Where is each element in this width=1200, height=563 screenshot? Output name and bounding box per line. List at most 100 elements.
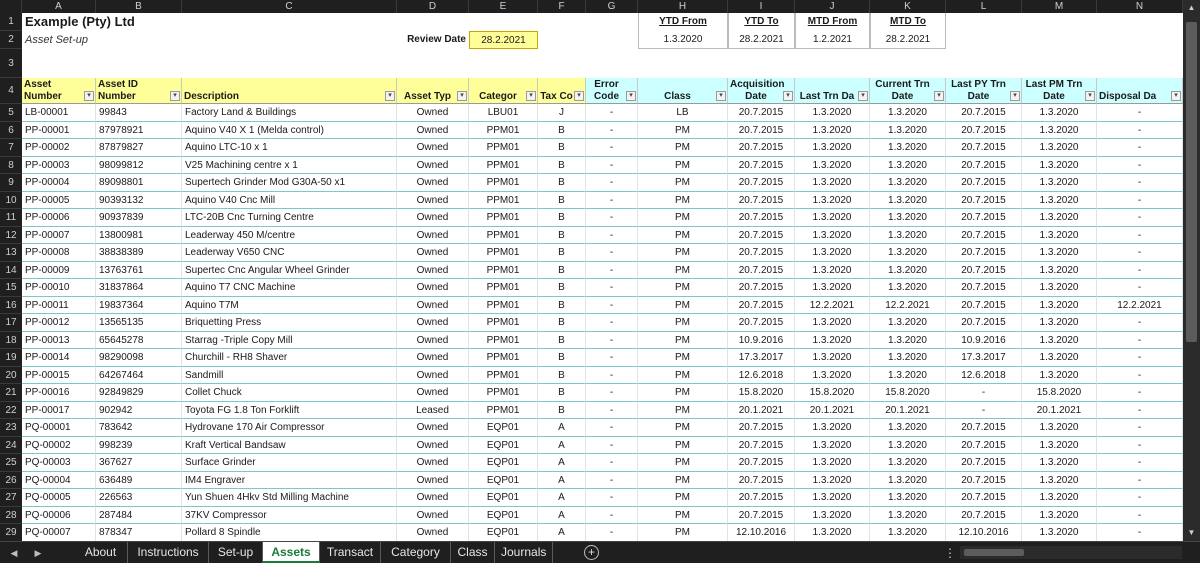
cell-F[interactable]: A bbox=[538, 454, 586, 472]
cell-B[interactable]: 65645278 bbox=[96, 331, 182, 349]
filter-dropdown-icon[interactable]: ▾ bbox=[84, 91, 94, 101]
sheet-tab-class[interactable]: Class bbox=[451, 542, 495, 563]
cell-K[interactable]: 1.3.2020 bbox=[870, 209, 946, 227]
cell-J[interactable]: 1.3.2020 bbox=[795, 139, 870, 157]
column-header[interactable]: G bbox=[586, 0, 638, 13]
row-header[interactable]: 1 bbox=[0, 13, 22, 31]
cell-N[interactable]: 12.2.2021 bbox=[1097, 296, 1183, 314]
cell-G[interactable]: - bbox=[586, 139, 638, 157]
cell-F[interactable]: B bbox=[538, 191, 586, 209]
cell-N[interactable]: - bbox=[1097, 349, 1183, 367]
cell-F[interactable]: A bbox=[538, 471, 586, 489]
cell-E[interactable]: PPM01 bbox=[469, 244, 538, 262]
cell-G[interactable]: - bbox=[586, 279, 638, 297]
row-header[interactable]: 27 bbox=[0, 489, 22, 507]
cell-D[interactable]: Owned bbox=[397, 156, 469, 174]
cell-B[interactable]: 64267464 bbox=[96, 366, 182, 384]
cell-B[interactable]: 98099812 bbox=[96, 156, 182, 174]
cell-H[interactable]: PM bbox=[638, 471, 728, 489]
cell-M[interactable]: 1.3.2020 bbox=[1022, 366, 1097, 384]
cell-L[interactable]: 20.7.2015 bbox=[946, 419, 1022, 437]
cell-C[interactable]: Briquetting Press bbox=[182, 314, 397, 332]
cell-E[interactable]: PPM01 bbox=[469, 174, 538, 192]
cell-E[interactable]: LBU01 bbox=[469, 104, 538, 122]
cell-L[interactable]: 10.9.2016 bbox=[946, 331, 1022, 349]
cell-A[interactable]: PP-00008 bbox=[22, 244, 96, 262]
cell-A[interactable]: PQ-00003 bbox=[22, 454, 96, 472]
cell-I[interactable]: 20.7.2015 bbox=[728, 419, 795, 437]
cell-N[interactable]: - bbox=[1097, 174, 1183, 192]
cell-J[interactable]: 1.3.2020 bbox=[795, 436, 870, 454]
cell-G[interactable]: - bbox=[586, 366, 638, 384]
cell-F[interactable]: B bbox=[538, 209, 586, 227]
row-header[interactable]: 6 bbox=[0, 121, 22, 139]
cell-N[interactable]: - bbox=[1097, 104, 1183, 122]
cell-A[interactable]: PQ-00007 bbox=[22, 524, 96, 541]
cell-M[interactable]: 1.3.2020 bbox=[1022, 436, 1097, 454]
filter-dropdown-icon[interactable]: ▾ bbox=[626, 91, 636, 101]
cell-J[interactable]: 15.8.2020 bbox=[795, 384, 870, 402]
cell-F[interactable]: B bbox=[538, 314, 586, 332]
cell-B[interactable]: 99843 bbox=[96, 104, 182, 122]
column-header[interactable]: A bbox=[22, 0, 96, 13]
cell-C[interactable]: Factory Land & Buildings bbox=[182, 104, 397, 122]
cell-D[interactable]: Owned bbox=[397, 296, 469, 314]
cell-E[interactable]: EQP01 bbox=[469, 489, 538, 507]
cell-D[interactable]: Owned bbox=[397, 139, 469, 157]
cell-I[interactable]: 20.7.2015 bbox=[728, 121, 795, 139]
cell-C[interactable]: Kraft Vertical Bandsaw bbox=[182, 436, 397, 454]
cell-H[interactable]: PM bbox=[638, 296, 728, 314]
cell-D[interactable]: Owned bbox=[397, 506, 469, 524]
period-header-mtd_to[interactable]: MTD To bbox=[870, 13, 946, 31]
cell-L[interactable]: 20.7.2015 bbox=[946, 489, 1022, 507]
sheet-tab-set-up[interactable]: Set-up bbox=[209, 542, 263, 563]
row-header[interactable]: 7 bbox=[0, 139, 22, 157]
cell-B[interactable]: 998239 bbox=[96, 436, 182, 454]
cell-F[interactable]: B bbox=[538, 366, 586, 384]
cell-J[interactable]: 1.3.2020 bbox=[795, 261, 870, 279]
row-header[interactable]: 25 bbox=[0, 454, 22, 472]
cell-L[interactable]: 20.7.2015 bbox=[946, 436, 1022, 454]
cell-E[interactable]: PPM01 bbox=[469, 191, 538, 209]
cell-K[interactable]: 1.3.2020 bbox=[870, 174, 946, 192]
cell-E[interactable]: PPM01 bbox=[469, 384, 538, 402]
cell-A[interactable]: PQ-00004 bbox=[22, 471, 96, 489]
cell-K[interactable]: 1.3.2020 bbox=[870, 261, 946, 279]
sheet-tab-journals[interactable]: Journals bbox=[495, 542, 553, 563]
cell-H[interactable]: PM bbox=[638, 121, 728, 139]
row-header[interactable]: 22 bbox=[0, 401, 22, 419]
period-header-ytd_to[interactable]: YTD To bbox=[728, 13, 795, 31]
cell-C[interactable]: 37KV Compressor bbox=[182, 506, 397, 524]
cell-J[interactable]: 1.3.2020 bbox=[795, 104, 870, 122]
column-header[interactable]: C bbox=[182, 0, 397, 13]
cell-A[interactable]: PP-00013 bbox=[22, 331, 96, 349]
cell-G[interactable]: - bbox=[586, 209, 638, 227]
cell-G[interactable]: - bbox=[586, 349, 638, 367]
cell-B[interactable]: 90937839 bbox=[96, 209, 182, 227]
cell-H[interactable]: PM bbox=[638, 244, 728, 262]
cell-D[interactable]: Owned bbox=[397, 279, 469, 297]
cell-H[interactable]: PM bbox=[638, 139, 728, 157]
cell-K[interactable]: 1.3.2020 bbox=[870, 366, 946, 384]
row-header[interactable]: 21 bbox=[0, 384, 22, 402]
cell-B[interactable]: 226563 bbox=[96, 489, 182, 507]
row-header[interactable]: 17 bbox=[0, 314, 22, 332]
cell-I[interactable]: 10.9.2016 bbox=[728, 331, 795, 349]
cell-A[interactable]: PP-00005 bbox=[22, 191, 96, 209]
cell-F[interactable]: B bbox=[538, 401, 586, 419]
cell-I[interactable]: 20.7.2015 bbox=[728, 489, 795, 507]
cell-C[interactable]: Hydrovane 170 Air Compressor bbox=[182, 419, 397, 437]
cell-B[interactable]: 98290098 bbox=[96, 349, 182, 367]
cell-K[interactable]: 1.3.2020 bbox=[870, 331, 946, 349]
cell-E[interactable]: PPM01 bbox=[469, 139, 538, 157]
cell-C[interactable]: Aquino LTC-10 x 1 bbox=[182, 139, 397, 157]
cell-A[interactable]: PP-00012 bbox=[22, 314, 96, 332]
cell-M[interactable]: 1.3.2020 bbox=[1022, 191, 1097, 209]
cell-G[interactable]: - bbox=[586, 191, 638, 209]
cell-B[interactable]: 13565135 bbox=[96, 314, 182, 332]
cell-G[interactable]: - bbox=[586, 401, 638, 419]
cell-A[interactable]: PP-00002 bbox=[22, 139, 96, 157]
sheet-tab-category[interactable]: Category bbox=[381, 542, 451, 563]
cell-L[interactable]: 20.7.2015 bbox=[946, 296, 1022, 314]
cell-H[interactable]: PM bbox=[638, 331, 728, 349]
